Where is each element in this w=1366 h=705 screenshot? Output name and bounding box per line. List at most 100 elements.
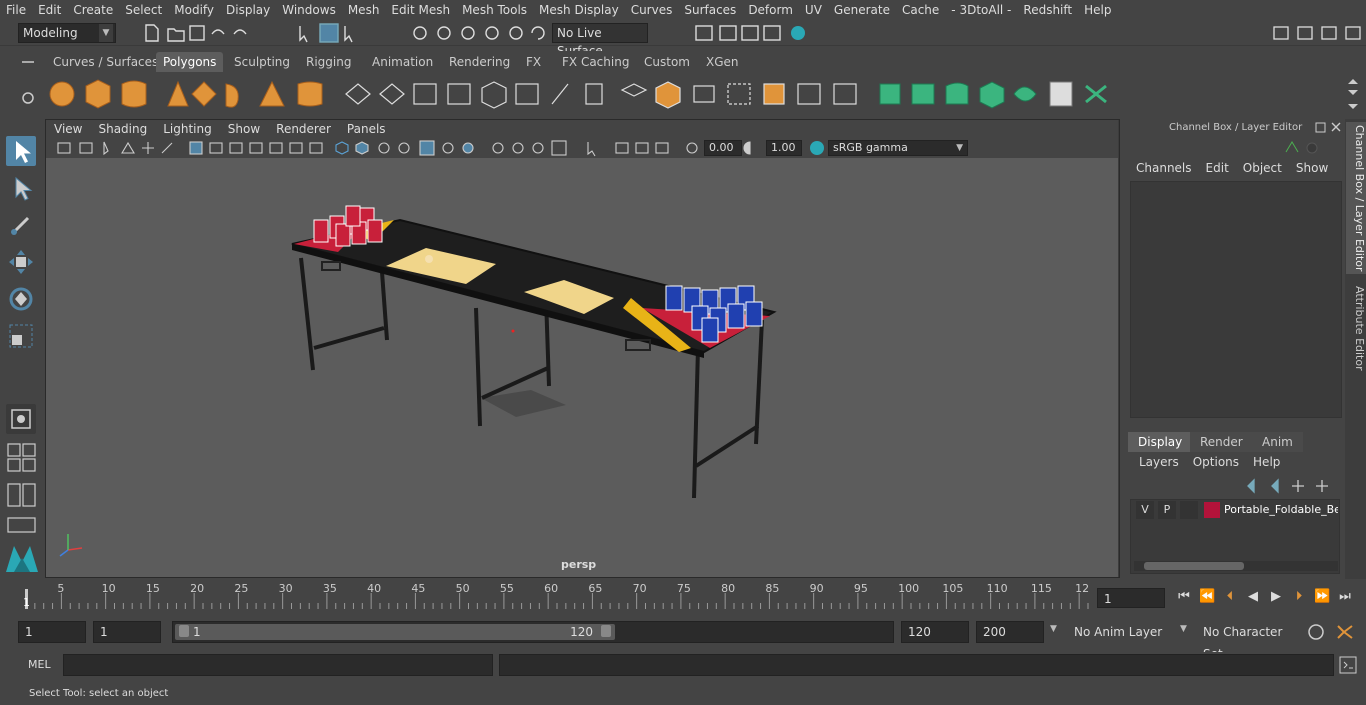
shelf-tab[interactable]: Sculpting	[227, 52, 297, 72]
rotate-tool-button[interactable]	[6, 284, 36, 314]
menu-item[interactable]: File	[0, 3, 32, 17]
viewport-menu-item[interactable]: Renderer	[268, 122, 339, 136]
shelf-tab[interactable]: Animation	[365, 52, 440, 72]
play-backward-button[interactable]: ◀	[1245, 589, 1261, 605]
menu-item[interactable]: Edit Mesh	[385, 3, 456, 17]
step-back-key-button[interactable]: ⏪	[1199, 589, 1215, 605]
lasso-tool-button[interactable]	[6, 173, 36, 203]
go-to-start-button[interactable]: ⏮	[1176, 589, 1192, 605]
current-frame-field[interactable]: 1	[1097, 588, 1165, 608]
exposure-field[interactable]: 0.00	[704, 140, 742, 156]
menu-item[interactable]: Create	[67, 3, 119, 17]
channel-box-menu-item[interactable]: Channels	[1136, 161, 1192, 175]
shelf-tab[interactable]: FX	[519, 52, 548, 72]
menu-item[interactable]: Mesh Tools	[456, 3, 533, 17]
channel-box-area[interactable]	[1130, 181, 1342, 418]
range-end-handle[interactable]	[601, 625, 611, 637]
layer-row[interactable]: V P Portable_Foldable_Bee	[1134, 501, 1338, 519]
channel-box-window-icons[interactable]	[1314, 121, 1344, 135]
channel-box-menu-item[interactable]: Show	[1296, 161, 1328, 175]
select-tool-button[interactable]	[6, 136, 36, 166]
menu-item[interactable]: - 3DtoAll -	[945, 3, 1017, 17]
shelf-scroll-icons[interactable]	[1344, 76, 1362, 112]
shelf-tool-icons[interactable]	[46, 76, 1136, 112]
menu-item[interactable]: UV	[799, 3, 828, 17]
menu-item[interactable]: Generate	[828, 3, 896, 17]
side-tab-attribute-editor[interactable]: Attribute Editor	[1346, 282, 1366, 374]
layer-visibility-toggle[interactable]: V	[1136, 501, 1154, 519]
character-set-selector[interactable]: No Character Set	[1197, 621, 1299, 661]
menu-item[interactable]: Edit	[32, 3, 67, 17]
menu-item[interactable]: Deform	[742, 3, 799, 17]
range-slider-handle[interactable]: 1 120	[175, 624, 615, 640]
layer-name[interactable]: Portable_Foldable_Bee	[1224, 501, 1338, 519]
end-time-field[interactable]: 200	[976, 621, 1044, 643]
viewport-menu-item[interactable]: Panels	[339, 122, 394, 136]
viewport-menu-item[interactable]: Shading	[90, 122, 155, 136]
viewport-toolbar-icons[interactable]	[50, 139, 810, 157]
shelf-tab[interactable]: Polygons	[156, 52, 224, 72]
menu-item[interactable]: Curves	[625, 3, 679, 17]
side-tab-channel-box[interactable]: Channel Box / Layer Editor	[1346, 122, 1366, 274]
shelf-tab[interactable]: XGen	[699, 52, 746, 72]
color-management-icon[interactable]	[808, 139, 826, 157]
menu-item[interactable]: Cache	[896, 3, 945, 17]
paint-select-tool-button[interactable]	[6, 210, 36, 240]
color-space-selector[interactable]: sRGB gamma ▼	[828, 140, 968, 156]
channel-box-menu-item[interactable]: Edit	[1206, 161, 1229, 175]
script-editor-icon[interactable]	[1338, 655, 1358, 675]
step-forward-frame-button[interactable]: ⏵	[1291, 589, 1307, 605]
layer-scrollbar[interactable]	[1134, 561, 1338, 571]
menu-item[interactable]: Windows	[276, 3, 342, 17]
script-language-label[interactable]: MEL	[28, 658, 51, 671]
menu-item[interactable]: Redshift	[1017, 3, 1078, 17]
layer-menu-item[interactable]: Layers	[1139, 455, 1179, 469]
layer-scrollbar-thumb[interactable]	[1144, 562, 1244, 570]
menu-item[interactable]: Mesh Display	[533, 3, 625, 17]
playback-start-field[interactable]: 1	[93, 621, 161, 643]
viewport-menu-item[interactable]: Show	[220, 122, 268, 136]
step-back-frame-button[interactable]: ⏴	[1222, 589, 1238, 605]
layer-toolbar-icons[interactable]	[1244, 476, 1340, 494]
command-input[interactable]	[63, 654, 493, 676]
menu-item[interactable]: Modify	[168, 3, 220, 17]
layer-type-toggle[interactable]	[1180, 501, 1198, 519]
channel-box-toolbar-icons[interactable]	[1282, 138, 1332, 158]
layer-menu-item[interactable]: Options	[1193, 455, 1239, 469]
viewport-menu-item[interactable]: View	[46, 122, 90, 136]
playback-end-field[interactable]: 120	[901, 621, 969, 643]
mode-selector[interactable]: Modeling ▼	[18, 23, 116, 43]
menu-item[interactable]: Select	[119, 3, 168, 17]
shelf-tab[interactable]: Rigging	[299, 52, 358, 72]
menu-item[interactable]: Help	[1078, 3, 1117, 17]
step-forward-key-button[interactable]: ⏩	[1314, 589, 1330, 605]
shelf-tab[interactable]: Curves / Surfaces	[46, 52, 165, 72]
shelf-tab[interactable]: FX Caching	[555, 52, 636, 72]
shelf-tab[interactable]: Custom	[637, 52, 697, 72]
anim-layer-selector[interactable]: No Anim Layer	[1068, 621, 1176, 643]
shelf-tab[interactable]: Rendering	[442, 52, 517, 72]
viewport-canvas[interactable]: persp	[46, 158, 1118, 577]
start-time-field[interactable]: 1	[18, 621, 86, 643]
scale-tool-button[interactable]	[6, 321, 36, 351]
layer-menu-item[interactable]: Help	[1253, 455, 1280, 469]
viewport-menu-item[interactable]: Lighting	[155, 122, 220, 136]
gamma-field[interactable]: 1.00	[766, 140, 802, 156]
menu-item[interactable]: Surfaces	[678, 3, 742, 17]
play-forward-button[interactable]: ▶	[1268, 589, 1284, 605]
channel-box-menu-item[interactable]: Object	[1243, 161, 1282, 175]
range-start-handle[interactable]	[179, 625, 189, 637]
last-tool-button[interactable]	[6, 404, 36, 434]
beer-pong-table-model[interactable]	[46, 158, 1118, 577]
range-slider[interactable]: 1 120	[172, 621, 894, 643]
move-tool-button[interactable]	[6, 247, 36, 277]
menu-item[interactable]: Mesh	[342, 3, 386, 17]
chevron-down-icon[interactable]: ▼	[1180, 624, 1187, 634]
layer-editor-tab[interactable]: Anim	[1252, 432, 1303, 452]
shelf-options-icons[interactable]	[18, 50, 38, 110]
layer-color-swatch[interactable]	[1204, 502, 1220, 518]
layer-editor-tab[interactable]: Render	[1190, 432, 1253, 452]
layout-shortcut-icons[interactable]	[6, 442, 38, 542]
layer-playback-toggle[interactable]: P	[1158, 501, 1176, 519]
layer-editor-tab[interactable]: Display	[1128, 432, 1193, 452]
